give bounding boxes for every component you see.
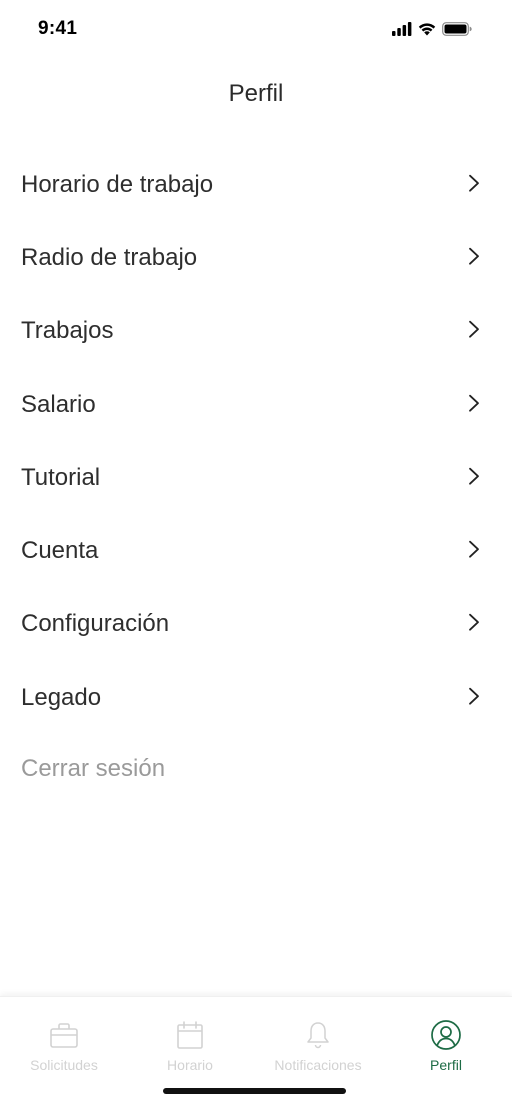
menu-item-label: Salario bbox=[21, 390, 96, 418]
tab-label: Horario bbox=[167, 1057, 213, 1073]
menu-item-trabajos[interactable]: Trabajos bbox=[0, 295, 512, 368]
tab-label: Solicitudes bbox=[30, 1057, 98, 1073]
signal-icon bbox=[392, 22, 412, 36]
chevron-right-icon bbox=[467, 614, 481, 632]
wifi-icon bbox=[418, 22, 436, 36]
menu-item-label: Tutorial bbox=[21, 463, 101, 491]
battery-icon bbox=[442, 22, 472, 36]
home-indicator[interactable] bbox=[163, 1088, 346, 1094]
profile-menu: Horario de trabajo Radio de trabajo Trab… bbox=[0, 148, 512, 734]
calendar-icon bbox=[126, 1019, 254, 1051]
menu-item-radio-de-trabajo[interactable]: Radio de trabajo bbox=[0, 221, 512, 294]
status-icons bbox=[392, 20, 472, 38]
menu-item-label: Legado bbox=[21, 683, 102, 711]
chevron-right-icon bbox=[467, 687, 481, 705]
page-title: Perfil bbox=[228, 80, 284, 107]
chevron-right-icon bbox=[467, 174, 481, 192]
menu-item-label: Horario de trabajo bbox=[21, 170, 214, 198]
menu-item-tutorial[interactable]: Tutorial bbox=[0, 441, 512, 514]
tab-horario[interactable]: Horario bbox=[126, 1019, 254, 1073]
tab-label: Notificaciones bbox=[274, 1057, 362, 1073]
status-bar: 9:41 bbox=[0, 0, 512, 56]
profile-icon bbox=[382, 1019, 510, 1051]
tab-solicitudes[interactable]: Solicitudes bbox=[0, 1019, 128, 1073]
menu-item-label: Radio de trabajo bbox=[21, 243, 198, 271]
chevron-right-icon bbox=[467, 247, 481, 265]
chevron-right-icon bbox=[467, 467, 481, 485]
menu-item-horario-de-trabajo[interactable]: Horario de trabajo bbox=[0, 148, 512, 221]
status-time: 9:41 bbox=[38, 18, 78, 39]
menu-item-configuracion[interactable]: Configuración bbox=[0, 588, 512, 661]
menu-item-label: Cuenta bbox=[21, 537, 99, 565]
menu-item-salario[interactable]: Salario bbox=[0, 368, 512, 441]
tab-notificaciones[interactable]: Notificaciones bbox=[254, 1019, 382, 1073]
tab-label: Perfil bbox=[430, 1057, 462, 1073]
chevron-right-icon bbox=[467, 320, 481, 338]
briefcase-icon bbox=[0, 1019, 128, 1051]
menu-item-label: Configuración bbox=[21, 610, 170, 638]
menu-item-cuenta[interactable]: Cuenta bbox=[0, 514, 512, 587]
chevron-right-icon bbox=[467, 394, 481, 412]
menu-item-legado[interactable]: Legado bbox=[0, 661, 512, 734]
menu-item-label: Trabajos bbox=[21, 317, 114, 345]
bell-icon bbox=[254, 1019, 382, 1051]
logout-button[interactable]: Cerrar sesión bbox=[21, 755, 165, 783]
chevron-right-icon bbox=[467, 540, 481, 558]
tab-perfil[interactable]: Perfil bbox=[382, 1019, 510, 1073]
